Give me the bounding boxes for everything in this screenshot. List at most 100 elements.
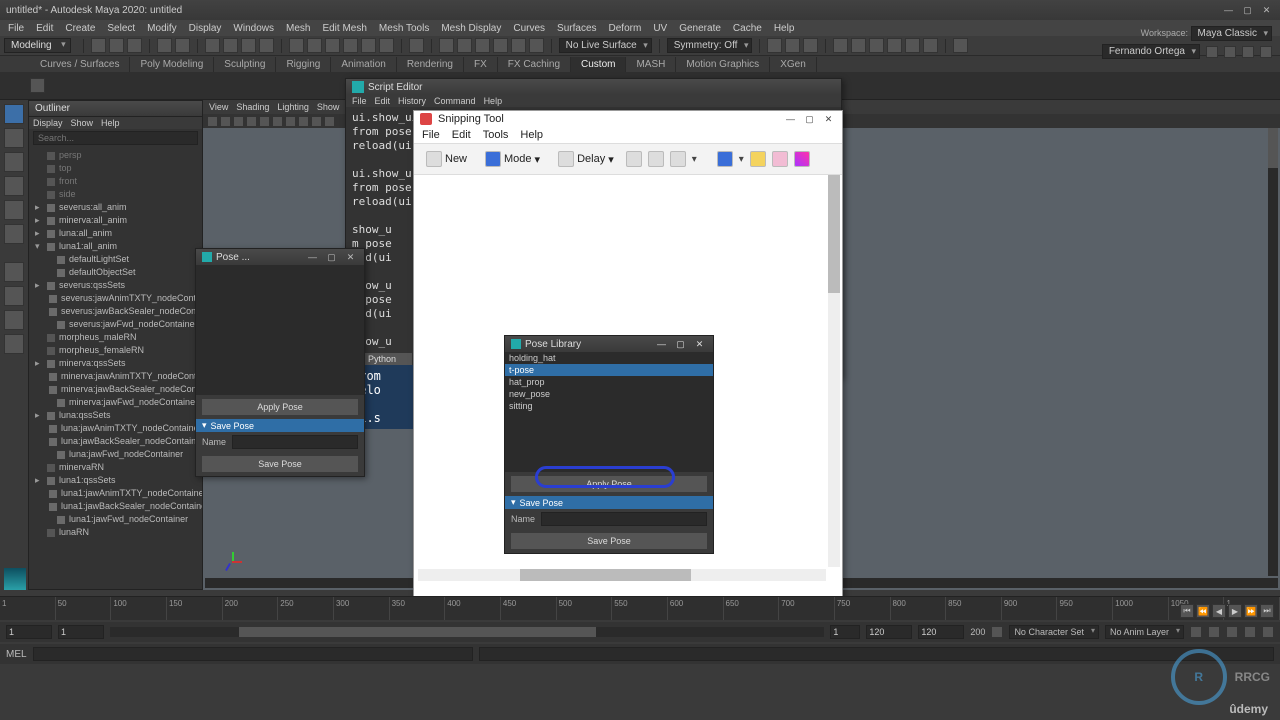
pose-library-apply-button[interactable]: Apply Pose [511, 476, 707, 492]
scale-tool-icon[interactable] [4, 224, 24, 244]
panel-layout2-icon[interactable] [785, 38, 800, 53]
textured-icon[interactable] [887, 38, 902, 53]
outliner-row[interactable]: ▸severus:all_anim [31, 201, 200, 214]
shelf-tab[interactable]: XGen [770, 57, 817, 72]
snip-vscroll[interactable] [828, 175, 840, 567]
outliner-row[interactable]: front [31, 175, 200, 188]
play-back-icon[interactable]: ◀ [1212, 604, 1226, 618]
shelf-tab[interactable]: Curves / Surfaces [30, 57, 130, 72]
expand-arrow-icon[interactable]: ▾ [35, 240, 43, 253]
snip-close-icon[interactable]: ✕ [821, 113, 836, 125]
viewport-menu-item[interactable]: Shading [236, 102, 269, 112]
pose-list-item[interactable]: holding_hat [505, 352, 713, 364]
account-icon[interactable] [953, 38, 968, 53]
menu-item[interactable]: Display [185, 23, 226, 34]
outliner-row[interactable]: ▸severus:qssSets [31, 279, 200, 292]
copy-icon[interactable] [648, 151, 664, 167]
outliner-row[interactable]: luna:jawAnimTXTY_nodeContainer [31, 422, 200, 435]
xray-icon[interactable] [833, 38, 848, 53]
wireframe-icon[interactable] [851, 38, 866, 53]
outliner-row[interactable]: morpheus_femaleRN [31, 344, 200, 357]
pose-a-close-icon[interactable]: ✕ [343, 251, 358, 263]
select-tool-icon[interactable] [4, 104, 24, 124]
viewport-vscroll[interactable] [1268, 128, 1278, 576]
viewport-menu-item[interactable]: View [209, 102, 228, 112]
range-slider[interactable] [110, 627, 824, 637]
shelf-tab[interactable]: Rendering [397, 57, 464, 72]
select-object-icon[interactable] [259, 38, 274, 53]
ui-config4-icon[interactable] [1260, 46, 1272, 58]
shelf-tab[interactable]: Custom [571, 57, 626, 72]
snip-menu-item[interactable]: Help [520, 129, 543, 141]
menu-item[interactable]: Windows [229, 23, 278, 34]
snip-menu-item[interactable]: Tools [483, 129, 509, 141]
shelf-tab[interactable]: FX Caching [498, 57, 571, 72]
layout-persp-outline-icon[interactable] [4, 334, 24, 354]
pose-a-apply-button[interactable]: Apply Pose [202, 399, 358, 415]
menu-item[interactable]: Curves [509, 23, 549, 34]
menu-item[interactable]: Select [103, 23, 139, 34]
menu-item[interactable]: UV [649, 23, 671, 34]
vp-ico-7[interactable] [285, 116, 296, 127]
go-end-icon[interactable]: ⏭ [1260, 604, 1274, 618]
pose-library-section-header[interactable]: ▾Save Pose [505, 496, 713, 509]
pose-a-name-input[interactable] [232, 435, 358, 449]
go-start-icon[interactable]: ⏮ [1180, 604, 1194, 618]
viewport-menu-item[interactable]: Lighting [277, 102, 309, 112]
outliner-row[interactable]: minerva:jawBackSealer_nodeContainer [31, 383, 200, 396]
snap-curve-icon[interactable] [307, 38, 322, 53]
expand-arrow-icon[interactable]: ▸ [35, 409, 43, 422]
outliner-row[interactable]: ▸luna:all_anim [31, 227, 200, 240]
pose-a-titlebar[interactable]: Pose ... — ▢ ✕ [196, 249, 364, 265]
script-editor-menu-item[interactable]: Edit [375, 96, 391, 106]
outliner-row[interactable]: lunaRN [31, 526, 200, 539]
outliner-menu-item[interactable]: Display [33, 118, 63, 128]
snip-menu-item[interactable]: File [422, 129, 440, 141]
outliner-menu-item[interactable]: Show [71, 118, 94, 128]
lock-icon[interactable] [409, 38, 424, 53]
pose-library-name-input[interactable] [541, 512, 707, 526]
vp-ico-2[interactable] [220, 116, 231, 127]
outliner-tree[interactable]: persptopfrontside▸severus:all_anim▸miner… [29, 147, 202, 589]
outliner-row[interactable]: minerva:jawAnimTXTY_nodeContainer [31, 370, 200, 383]
pose-library-titlebar[interactable]: Pose Library — ▢ ✕ [505, 336, 713, 352]
expand-arrow-icon[interactable]: ▸ [35, 201, 43, 214]
close-icon[interactable]: ✕ [1259, 4, 1274, 16]
layout-two-icon[interactable] [4, 310, 24, 330]
current-frame[interactable] [830, 625, 860, 639]
outliner-row[interactable]: luna1:jawAnimTXTY_nodeContainer [31, 487, 200, 500]
menu-item[interactable]: Mesh [282, 23, 314, 34]
panel-layout3-icon[interactable] [803, 38, 818, 53]
save-icon[interactable] [626, 151, 642, 167]
eraser-icon[interactable] [772, 151, 788, 167]
range-mute-icon[interactable] [1226, 626, 1238, 638]
menu-item[interactable]: Edit [32, 23, 57, 34]
outliner-row[interactable]: luna1:jawFwd_nodeContainer [31, 513, 200, 526]
script-editor-titlebar[interactable]: Script Editor [346, 79, 841, 95]
snipping-tool-window[interactable]: Snipping Tool — ▢ ✕ FileEditToolsHelp Ne… [413, 110, 843, 600]
outliner-row[interactable]: side [31, 188, 200, 201]
vp-ico-1[interactable] [207, 116, 218, 127]
expand-arrow-icon[interactable]: ▸ [35, 474, 43, 487]
outliner-row[interactable]: ▸luna:qssSets [31, 409, 200, 422]
pose-library-list[interactable]: holding_hatt-posehat_propnew_posesitting [505, 352, 713, 412]
outliner-row[interactable]: defaultObjectSet [31, 266, 200, 279]
pen-icon[interactable] [717, 151, 733, 167]
pose-a-min-icon[interactable]: — [305, 251, 320, 263]
hypershade-icon[interactable] [511, 38, 526, 53]
step-fwd-icon[interactable]: ⏩ [1244, 604, 1258, 618]
outliner-search[interactable] [33, 131, 198, 145]
snip-titlebar[interactable]: Snipping Tool — ▢ ✕ [414, 111, 842, 127]
ui-config1-icon[interactable] [1206, 46, 1218, 58]
highlighter-icon[interactable] [750, 151, 766, 167]
lasso-tool-icon[interactable] [4, 128, 24, 148]
workspace-dropdown[interactable]: Maya Classic [1191, 26, 1272, 41]
snip-menu-item[interactable]: Edit [452, 129, 471, 141]
pose-library-min-icon[interactable]: — [654, 338, 669, 350]
send-icon[interactable] [670, 151, 686, 167]
range-opt2-icon[interactable] [1208, 626, 1220, 638]
outliner-row[interactable]: luna:jawFwd_nodeContainer [31, 448, 200, 461]
mode-dropdown[interactable]: Modeling [4, 38, 71, 53]
menu-item[interactable]: Cache [729, 23, 766, 34]
menu-item[interactable]: Deform [605, 23, 646, 34]
